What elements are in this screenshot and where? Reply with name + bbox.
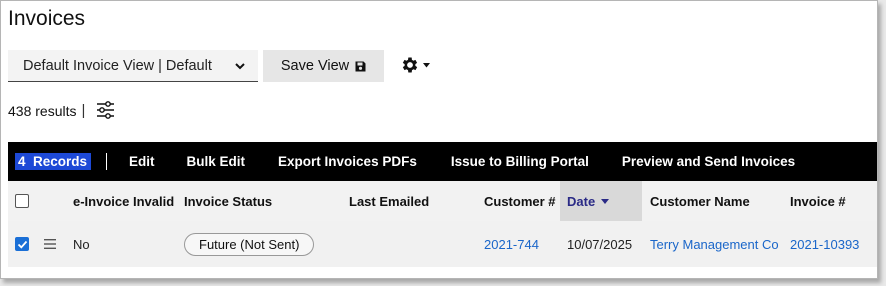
column-header-date-label: Date xyxy=(567,193,596,209)
cell-customer-number-link[interactable]: 2021-744 xyxy=(484,221,539,267)
page-title: Invoices xyxy=(8,7,86,30)
view-select-value: Default Invoice View | Default xyxy=(23,57,212,74)
column-header-invoice-number[interactable]: Invoice # xyxy=(790,181,846,221)
column-header-date[interactable]: Date xyxy=(560,181,642,221)
table-header-row: e-Invoice Invalid Invoice Status Last Em… xyxy=(8,181,877,221)
results-count: 438 results | xyxy=(8,102,85,119)
settings-menu-button[interactable] xyxy=(400,55,430,75)
checkmark-icon xyxy=(17,240,28,249)
bulk-edit-button[interactable]: Bulk Edit xyxy=(187,154,246,169)
row-checkbox[interactable] xyxy=(15,237,29,251)
gear-icon xyxy=(402,57,418,73)
column-header-customer-name[interactable]: Customer Name xyxy=(650,181,750,221)
chevron-down-icon xyxy=(235,62,245,69)
export-invoices-pdfs-button[interactable]: Export Invoices PDFs xyxy=(278,154,417,169)
sort-desc-icon xyxy=(601,198,610,204)
selected-records-badge: 4 Records xyxy=(15,153,92,170)
cell-date: 10/07/2025 xyxy=(567,236,633,252)
action-bar-separator xyxy=(106,153,108,170)
view-select[interactable]: Default Invoice View | Default xyxy=(8,50,258,82)
results-separator: | xyxy=(81,102,86,119)
column-header-customer-number[interactable]: Customer # xyxy=(484,181,556,221)
save-view-label: Save View xyxy=(280,58,350,74)
row-menu-cell xyxy=(44,221,56,267)
bulk-action-bar: 4 Records Edit Bulk Edit Export Invoices… xyxy=(8,142,877,181)
invoice-status-badge: Future (Not Sent) xyxy=(184,232,315,256)
hamburger-icon[interactable] xyxy=(44,239,56,249)
select-all-cell xyxy=(15,181,29,221)
column-header-last-emailed[interactable]: Last Emailed xyxy=(349,181,429,221)
cell-einvoice-invalid: No xyxy=(73,236,90,252)
save-view-button[interactable]: Save View xyxy=(263,50,384,82)
results-count-text: 438 results xyxy=(8,102,77,119)
column-header-einvoice-invalid[interactable]: e-Invoice Invalid xyxy=(73,181,174,221)
filter-sliders-icon[interactable] xyxy=(96,101,115,119)
preview-and-send-invoices-button[interactable]: Preview and Send Invoices xyxy=(622,154,795,169)
table-row[interactable]: No Future (Not Sent) 2021-744 10/07/2025… xyxy=(8,221,877,267)
cell-invoice-number-link[interactable]: 2021-10393 xyxy=(790,221,859,267)
cell-invoice-status: Future (Not Sent) xyxy=(184,221,315,267)
caret-down-icon xyxy=(423,62,430,67)
floppy-disk-icon xyxy=(355,61,366,71)
column-header-invoice-status[interactable]: Invoice Status xyxy=(184,181,272,221)
cell-customer-name-link[interactable]: Terry Management Co xyxy=(650,221,779,267)
select-all-checkbox[interactable] xyxy=(15,194,29,208)
app-window: Invoices Default Invoice View | Default … xyxy=(0,0,878,279)
issue-to-billing-portal-button[interactable]: Issue to Billing Portal xyxy=(451,154,589,169)
row-select-cell xyxy=(15,221,29,267)
edit-button[interactable]: Edit xyxy=(129,154,155,169)
